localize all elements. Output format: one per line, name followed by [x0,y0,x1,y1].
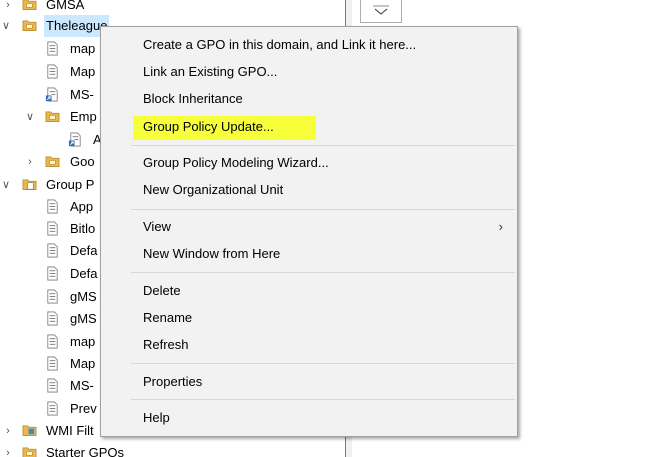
menu-item-label: Refresh [143,337,189,352]
ou-folder-icon [22,18,37,33]
gpo-icon [45,243,60,258]
menu-item-new-ou[interactable]: New Organizational Unit [101,177,517,203]
menu-item-group-policy-update[interactable]: Group Policy Update... [101,114,517,140]
menu-item-rename[interactable]: Rename [101,305,517,331]
gpo-icon [45,378,60,393]
chevron-right-icon[interactable]: › [24,151,36,173]
gpo-icon [45,401,60,416]
tree-item-label: gMS [70,289,97,304]
gpo-link-icon [45,64,60,79]
menu-item-delete[interactable]: Delete [101,278,517,304]
menu-item-label: Block Inheritance [143,91,243,106]
tree-item-label: Map [70,64,96,79]
menu-item-link-existing-gpo[interactable]: Link an Existing GPO... [101,59,517,85]
menu-item-view[interactable]: View › [101,214,517,240]
gpo-icon [45,334,60,349]
tree-item-label: map [70,334,96,349]
gpo-link-icon [45,87,60,102]
chevron-right-icon[interactable]: › [2,420,14,442]
menu-separator [131,363,515,364]
gpo-link-icon [68,132,83,147]
tree-item-label: App [70,199,94,214]
menu-item-label: New Organizational Unit [143,182,284,197]
tree-item-label: Starter GPOs [46,445,125,457]
menu-item-label: Help [143,410,170,425]
tree-item-gmsa[interactable]: › GMSA [0,0,345,16]
menu-item-create-gpo-link[interactable]: Create a GPO in this domain, and Link it… [101,32,517,58]
tree-item-label: map [70,41,96,56]
tree-item-label: WMI Filt [46,423,94,438]
ou-folder-icon [45,109,60,124]
tree-item-label: MS- [70,378,94,393]
chevron-right-icon[interactable]: › [2,442,14,457]
menu-item-label: Create a GPO in this domain, and Link it… [143,37,417,52]
dropdown-button[interactable] [360,0,402,23]
gpo-icon [45,289,60,304]
tree-item-label: Defa [70,266,98,281]
menu-item-refresh[interactable]: Refresh [101,332,517,358]
menu-item-label: View [143,219,171,234]
starter-gpo-folder-icon [22,445,37,457]
menu-separator [131,145,515,146]
chevron-down-icon [373,5,389,15]
gpo-icon [45,266,60,281]
tree-item-label: Emp [70,109,97,124]
gpo-icon [45,356,60,371]
menu-separator [131,399,515,400]
menu-item-help[interactable]: Help [101,405,517,431]
tree-item-label: GMSA [46,0,85,12]
gpo-icon [45,199,60,214]
menu-item-label: Group Policy Update... [143,119,274,134]
tree-item-starter-gpos[interactable]: › Starter GPOs [0,442,345,457]
menu-item-label: Rename [143,310,193,325]
tree-item-label: MS- [70,87,94,102]
tree-item-label: Bitlo [70,221,96,236]
chevron-right-icon[interactable]: › [2,0,14,16]
menu-item-label: Properties [143,374,203,389]
tree-item-label: Group P [46,177,95,192]
wmi-filter-icon [22,423,37,438]
menu-item-properties[interactable]: Properties [101,369,517,395]
menu-separator [131,209,515,210]
gpo-icon [45,221,60,236]
ou-folder-icon [22,0,37,12]
gpo-container-icon [22,177,37,192]
context-menu: Create a GPO in this domain, and Link it… [100,26,518,437]
tree-item-label: Goo [70,154,95,169]
menu-separator [131,272,515,273]
ou-folder-icon [45,154,60,169]
menu-item-block-inheritance[interactable]: Block Inheritance [101,86,517,112]
menu-item-label: New Window from Here [143,246,281,261]
gpo-icon [45,311,60,326]
submenu-arrow-icon: › [498,219,503,234]
menu-item-modeling-wizard[interactable]: Group Policy Modeling Wizard... [101,150,517,176]
chevron-down-icon[interactable]: ∨ [0,15,12,37]
menu-item-label: Link an Existing GPO... [143,64,278,79]
tree-item-label: gMS [70,311,97,326]
chevron-down-icon[interactable]: ∨ [0,174,12,196]
tree-item-label: Defa [70,243,98,258]
menu-item-label: Delete [143,283,181,298]
gpo-link-icon [45,41,60,56]
tree-item-label: Map [70,356,96,371]
menu-item-label: Group Policy Modeling Wizard... [143,155,329,170]
menu-item-new-window[interactable]: New Window from Here [101,241,517,267]
tree-item-label: Prev [70,401,97,416]
chevron-down-icon[interactable]: ∨ [24,106,36,128]
